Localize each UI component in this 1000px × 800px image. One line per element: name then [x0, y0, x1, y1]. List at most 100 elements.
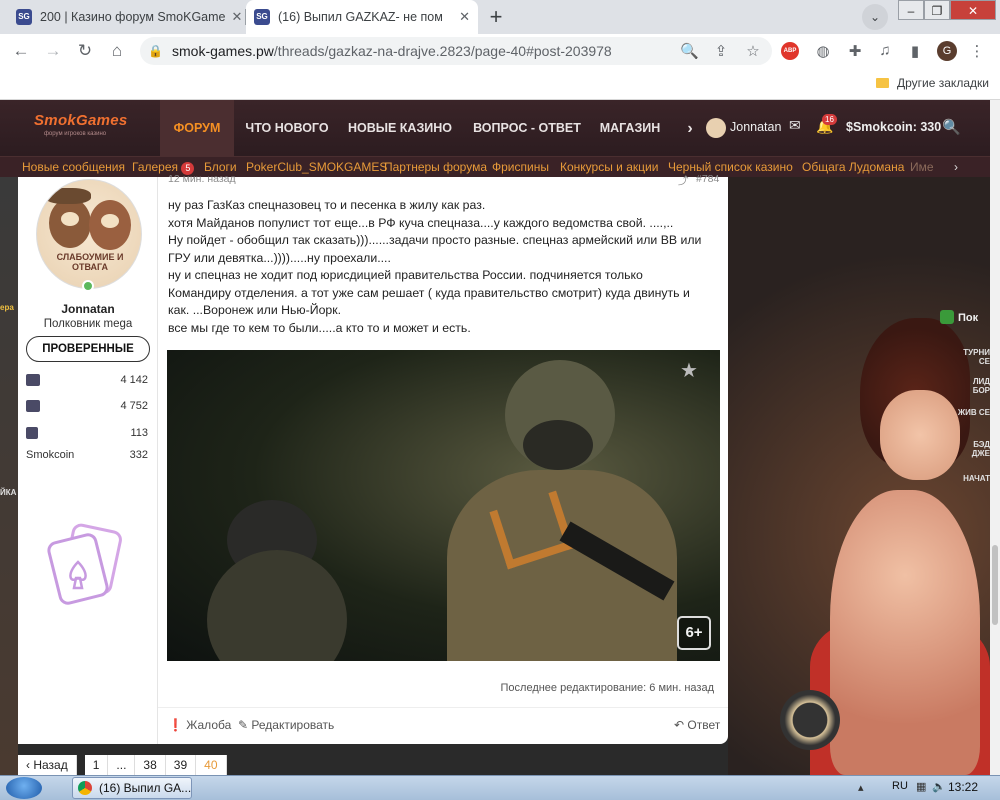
page-link[interactable]: 1 — [84, 755, 109, 775]
lock-icon[interactable]: 🔒 — [148, 44, 163, 58]
page-ellipsis[interactable]: ... — [108, 755, 136, 775]
maximize-button[interactable]: ❐ — [924, 0, 950, 20]
tray-chevron-icon[interactable]: ▴ — [858, 781, 864, 794]
reply-button[interactable]: ↶ Ответ — [674, 718, 720, 732]
extensions-puzzle-icon[interactable]: ✚ — [846, 42, 864, 60]
browser-tab-active[interactable]: SG (16) Выпил GAZKAZ- не пом ✕ — [246, 0, 478, 34]
bookmark-star-icon[interactable]: ☆ — [744, 42, 762, 60]
close-window-button[interactable]: ✕ — [950, 0, 996, 20]
right-banner-item[interactable]: БЭД ДЖЕ — [956, 440, 990, 458]
new-tab-button[interactable]: + — [482, 4, 510, 30]
subnav-contests[interactable]: Конкурсы и акции — [560, 157, 658, 177]
profile-avatar[interactable]: G — [937, 41, 957, 61]
home-icon[interactable]: ⌂ — [106, 40, 128, 62]
post-header: 12 мин. назад ⤴ #784 — [168, 173, 719, 189]
forward-icon[interactable]: → — [42, 40, 64, 62]
post-footer: ❗ Жалоба ✎ Редактировать ↶ Ответ — [158, 707, 728, 744]
page-link[interactable]: 39 — [165, 755, 197, 775]
right-banner-item[interactable]: ЖИВ СЕ — [956, 408, 990, 417]
close-icon[interactable]: ✕ — [226, 9, 243, 25]
avatar-face — [61, 212, 79, 226]
page-prev-button[interactable]: ‹ Назад — [18, 755, 77, 775]
stat-trophies[interactable]: 113 — [26, 427, 148, 439]
right-banner-item[interactable]: ТУРНИ СЕ — [956, 348, 990, 366]
page-link[interactable]: 38 — [135, 755, 166, 775]
post-line: Командиру отделения. а тот уже сам решае… — [168, 285, 690, 300]
minimize-button[interactable]: – — [898, 0, 924, 20]
tab-search-button[interactable]: ⌄ — [862, 4, 888, 30]
alerts-badge: 16 — [822, 114, 837, 125]
right-banner-item[interactable]: ЛИД БОР — [956, 377, 990, 395]
subnav-pokerclub[interactable]: PokerClub_SMOKGAMES — [246, 157, 387, 177]
casino-chip-image — [780, 690, 840, 750]
side-panel-icon[interactable]: ▮ — [906, 42, 924, 60]
network-icon[interactable]: ▦ — [916, 780, 926, 793]
url-host: smok-games.pw — [172, 43, 274, 59]
close-icon[interactable]: ✕ — [453, 9, 470, 25]
share-icon[interactable]: ⤴ — [678, 173, 689, 188]
nav-more-chevron-icon[interactable]: › — [680, 100, 700, 157]
tab-title: 200 | Казино форум SmoKGame — [40, 10, 226, 24]
site-logo[interactable]: SmokGames — [34, 112, 128, 129]
subnav-chevron-icon[interactable]: › — [954, 157, 958, 177]
adblock-icon[interactable]: ABP — [781, 42, 799, 60]
media-control-icon[interactable]: ♫ — [876, 42, 894, 59]
stat-value: 332 — [129, 449, 148, 461]
right-banner-title: Пок — [958, 312, 979, 324]
pinup-figure — [830, 490, 980, 775]
nav-shop[interactable]: МАГАЗИН — [594, 100, 666, 157]
page-scrollbar[interactable] — [990, 100, 1000, 775]
nav-forum[interactable]: ФОРУМ — [160, 100, 234, 157]
globe-extension-icon[interactable]: ◍ — [814, 42, 832, 60]
stat-messages[interactable]: 4 142 — [26, 374, 148, 386]
search-icon[interactable]: 🔍 — [942, 118, 961, 136]
other-bookmarks[interactable]: Другие закладки — [876, 76, 989, 90]
report-button[interactable]: ❗ Жалоба — [168, 718, 231, 732]
taskbar-clock[interactable]: 13:22 — [948, 780, 978, 794]
subnav-freespins[interactable]: Фриспины — [492, 157, 549, 177]
playing-cards-icon — [47, 523, 122, 605]
page-current[interactable]: 40 — [196, 755, 227, 775]
menu-kebab-icon[interactable]: ⋮ — [968, 42, 986, 60]
start-button[interactable] — [6, 777, 42, 799]
post-line: ну раз ГазКаз спецназовец то и песенка в… — [168, 198, 486, 212]
post-username[interactable]: Jonnatan — [18, 302, 158, 316]
browser-tab[interactable]: SG 200 | Казино форум SmoKGame ✕ — [8, 0, 244, 34]
user-group-banner: ПРОВЕРЕННЫЕ — [26, 336, 150, 362]
share-icon[interactable]: ⇪ — [712, 42, 730, 60]
subnav-dorm[interactable]: Общага Лудомана — [802, 157, 904, 177]
header-smokcoin[interactable]: $Smokcoin: 330 — [846, 120, 941, 134]
user-avatar[interactable] — [706, 118, 726, 138]
stat-likes[interactable]: 4 752 — [26, 400, 148, 412]
inbox-icon[interactable]: ✉ — [789, 117, 801, 134]
back-icon[interactable]: ← — [10, 40, 32, 62]
subnav-partners[interactable]: Партнеры форума — [384, 157, 487, 177]
edit-button[interactable]: ✎ Редактировать — [238, 718, 334, 732]
nav-qa[interactable]: ВОПРОС - ОТВЕТ — [468, 100, 586, 157]
right-banner-button[interactable]: НАЧАТ — [956, 474, 990, 483]
pagination: ‹ Назад 1 ... 38 39 40 — [18, 755, 227, 775]
embedded-video[interactable]: ★ 6+ — [167, 350, 720, 661]
post-card: СЛАБОУМИЕ И ОТВАГА Jonnatan Полковник me… — [18, 173, 728, 744]
nav-new-casinos[interactable]: НОВЫЕ КАЗИНО — [344, 100, 456, 157]
post-number[interactable]: #784 — [696, 173, 719, 185]
stat-value: 4 142 — [120, 374, 148, 386]
reload-icon[interactable]: ↻ — [74, 40, 96, 62]
reply-icon: ↶ — [674, 718, 685, 732]
subnav-more-text[interactable]: Име — [910, 157, 934, 177]
online-indicator — [82, 280, 94, 292]
pinup-face — [880, 390, 960, 480]
subnav-new-posts[interactable]: Новые сообщения — [22, 157, 125, 177]
nav-whats-new[interactable]: ЧТО НОВОГО — [242, 100, 332, 157]
user-avatar-large[interactable]: СЛАБОУМИЕ И ОТВАГА — [36, 179, 142, 289]
address-bar[interactable]: smok-games.pw/threads/gazkaz-na-drajve.2… — [140, 37, 772, 65]
url-path: /threads/gazkaz-na-drajve.2823/page-40#p… — [273, 43, 612, 59]
header-username[interactable]: Jonnatan — [730, 120, 781, 134]
zoom-icon[interactable]: 🔍 — [680, 42, 699, 60]
volume-icon[interactable]: 🔈 — [932, 780, 946, 793]
post-time[interactable]: 12 мин. назад — [168, 173, 236, 185]
chrome-icon — [78, 781, 92, 795]
user-title: Полковник mega — [43, 318, 133, 330]
language-indicator[interactable]: RU — [892, 780, 908, 792]
scrollbar-thumb[interactable] — [992, 545, 998, 625]
